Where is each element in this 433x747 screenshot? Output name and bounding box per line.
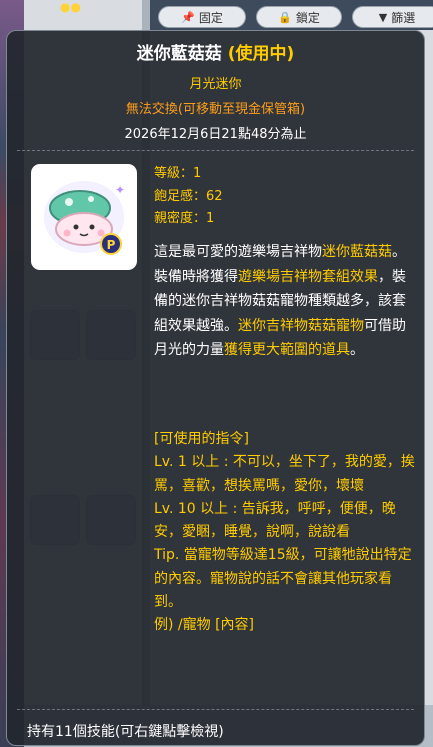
p-badge-icon: P (100, 233, 122, 255)
item-icon-box: P ✦ (31, 164, 137, 270)
pet-commands: [可使用的指令] Lv. 1 以上 : 不可以，坐下了，我的愛，挨罵，喜歡，想挨… (154, 428, 418, 638)
coin-icon: ●● (60, 0, 81, 14)
pin-button[interactable]: 📌 固定 (158, 6, 246, 28)
svg-text:P: P (107, 238, 116, 252)
description-paragraph-1: 這是最可愛的遊樂場吉祥物迷你藍菇菇。 (154, 240, 418, 265)
inventory-toolbar: 📌 固定 🔒 鎖定 ▼ 篩選 (150, 0, 433, 30)
item-status: (使用中) (227, 44, 295, 64)
lock-icon: 🔒 (278, 10, 292, 24)
pin-icon: 📌 (181, 10, 195, 24)
pet-skills-note: 持有11個技能(可右鍵點擊檢視) (27, 724, 224, 740)
tooltip-divider (17, 150, 414, 151)
lock-button[interactable]: 🔒 鎖定 (256, 6, 342, 28)
desc-highlight: 迷你吉祥物菇菇寵物 (238, 317, 364, 334)
commands-lv10: Lv. 10 以上 : 告訴我，呼呼，便便，晚安，愛睏，睡覺，說啊，說說看 (154, 500, 396, 541)
svg-text:✦: ✦ (115, 183, 125, 197)
lock-button-label: 鎖定 (295, 10, 320, 25)
filter-icon: ▼ (378, 10, 388, 24)
desc-text: 這是最可愛的遊樂場吉祥物 (154, 244, 322, 260)
pet-closeness: 親密度：1 (154, 211, 215, 226)
item-description: 這是最可愛的遊樂場吉祥物迷你藍菇菇。 裝備時將獲得遊樂場吉祥物套組效果，裝備的迷… (154, 240, 418, 363)
desc-text: 裝備時將獲得 (154, 268, 238, 285)
desc-text: 。 (350, 342, 364, 358)
tooltip-divider (17, 709, 414, 710)
item-tooltip: 迷你藍菇菇 (使用中) 月光迷你 無法交換(可移動至現金保管箱) 2026年12月… (6, 30, 425, 746)
commands-tip: Tip. 當寵物等級達15級，可讓牠說出特定的內容。寵物說的話不會讓其他玩家看到… (154, 547, 412, 611)
pet-level: 等級：1 (154, 166, 202, 181)
commands-header: [可使用的指令] (154, 431, 249, 447)
filter-button[interactable]: ▼ 篩選 (352, 6, 433, 28)
pet-stats: 等級：1 飽足感：62 親密度：1 (154, 163, 223, 231)
filter-button-label: 篩選 (391, 10, 416, 25)
pet-fullness: 飽足感：62 (154, 188, 223, 204)
desc-highlight: 迷你藍菇菇 (322, 244, 392, 260)
desc-highlight: 獲得更大範圍的道具 (224, 342, 350, 358)
item-name: 迷你藍菇菇 (136, 44, 222, 64)
item-subtitle: 月光迷你 (189, 77, 242, 92)
trade-restriction: 無法交換(可移動至現金保管箱) (125, 102, 306, 117)
desc-text: 。 (392, 244, 406, 260)
description-paragraph-2: 裝備時將獲得遊樂場吉祥物套組效果，裝備的迷你吉祥物菇菇寵物種類越多，該套組效果越… (154, 265, 418, 363)
desc-highlight: 遊樂場吉祥物套組效果 (238, 268, 378, 285)
expiry-date: 2026年12月6日21點48分為止 (124, 127, 307, 142)
mini-blue-mushroom-pet-icon: P ✦ (44, 181, 125, 255)
commands-lv1: Lv. 1 以上 : 不可以，坐下了，我的愛，挨罵，喜歡，想挨罵嗎，愛你，壞壞 (154, 454, 415, 494)
commands-example: 例) /寵物 [內容] (154, 617, 255, 634)
item-title: 迷你藍菇菇 (使用中) (7, 39, 424, 64)
pin-button-label: 固定 (198, 10, 223, 25)
